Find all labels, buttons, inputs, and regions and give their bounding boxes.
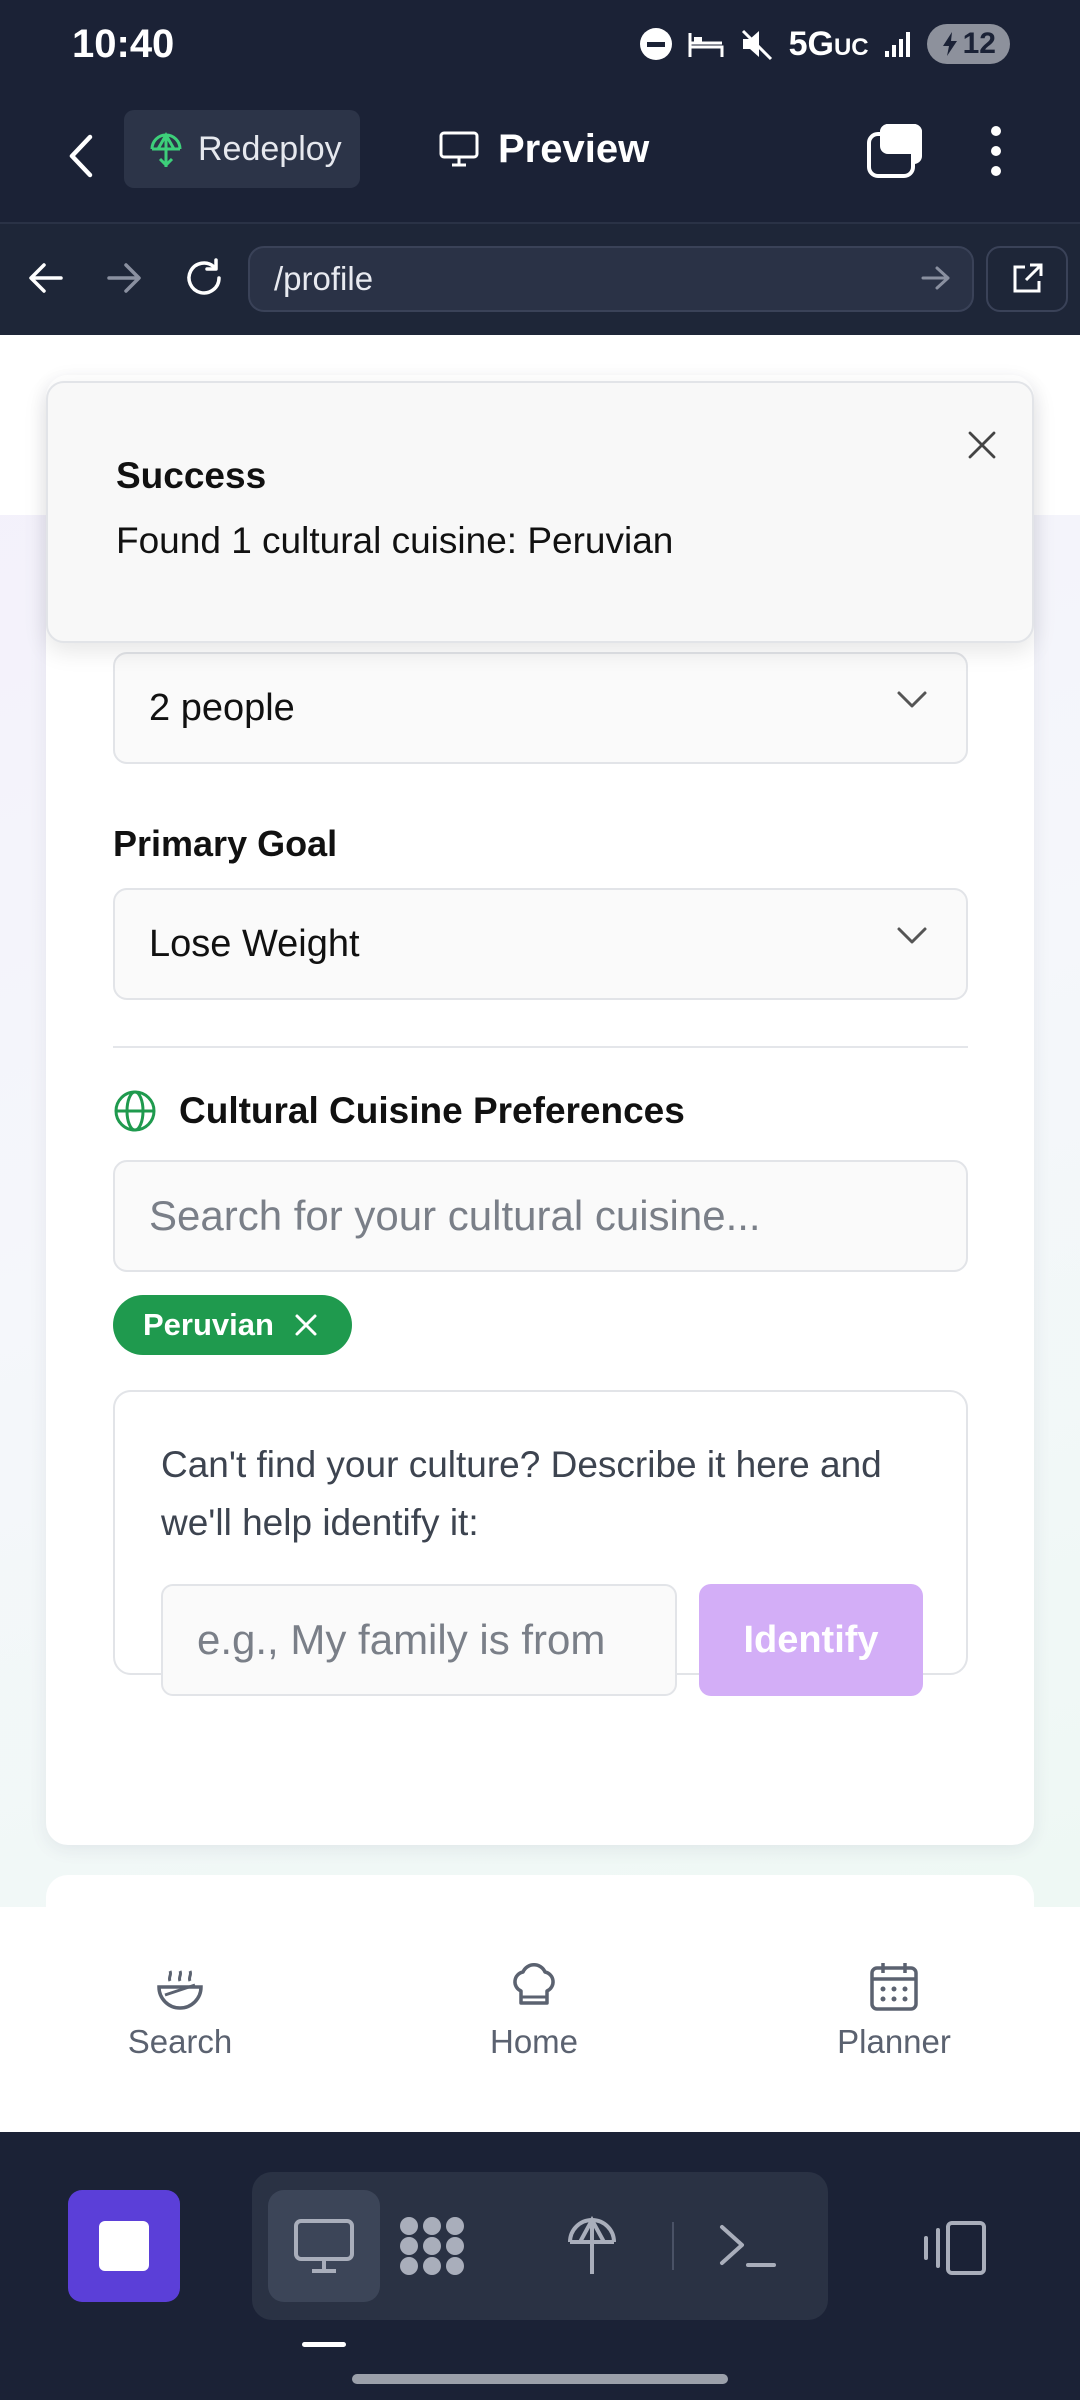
app-bar: Redeploy Preview <box>0 96 1080 222</box>
close-icon[interactable] <box>294 1313 318 1337</box>
nav-home-label: Home <box>489 2023 579 2060</box>
external-link-icon <box>1013 263 1043 293</box>
bowl-icon <box>157 1970 203 2010</box>
more-options-button[interactable] <box>976 116 1016 186</box>
close-icon <box>968 431 996 459</box>
cuisine-heading-text: Cultural Cuisine Preferences <box>179 1090 685 1131</box>
success-toast: Success Found 1 cultural cuisine: Peruvi… <box>46 381 1034 643</box>
redeploy-button[interactable]: Redeploy <box>124 110 360 188</box>
home-indicator[interactable] <box>352 2374 728 2384</box>
primary-goal-label: Primary Goal <box>113 823 338 864</box>
redeploy-icon <box>150 131 182 168</box>
nav-item-home[interactable]: Home <box>434 1959 634 2061</box>
deploy-icon <box>568 2215 616 2274</box>
status-icons: 5GUC 12 <box>639 24 1010 64</box>
network-label: 5GUC <box>788 24 869 63</box>
battery-indicator: 12 <box>926 24 1010 64</box>
dock-deploy-button[interactable] <box>536 2190 648 2302</box>
go-arrow-icon[interactable] <box>920 262 952 294</box>
screen: 10:40 5GUC 12 Redeploy Preview /profile … <box>0 0 1080 2400</box>
battery-charging-icon <box>942 32 957 56</box>
identify-button[interactable]: Identify <box>699 1584 923 1696</box>
reload-button[interactable] <box>176 250 232 306</box>
nav-item-planner[interactable]: Planner <box>794 1959 994 2061</box>
primary-goal-value: Lose Weight <box>149 922 360 965</box>
nav-item-search[interactable]: Search <box>80 1959 280 2061</box>
split-view-button[interactable] <box>920 2218 990 2278</box>
page-content: 2 people Primary Goal Lose Weight Cultur… <box>0 335 1080 1907</box>
toast-title: Success <box>116 455 267 496</box>
chevron-down-icon <box>897 691 927 708</box>
kebab-icon <box>991 126 1001 136</box>
dock-active-indicator <box>302 2342 346 2347</box>
dock-separator <box>672 2222 674 2270</box>
cuisine-search-input[interactable] <box>113 1160 968 1272</box>
open-external-button[interactable] <box>986 246 1068 312</box>
do-not-disturb-icon <box>639 28 672 60</box>
terminal-icon <box>720 2225 776 2267</box>
preview-tab[interactable]: Preview <box>438 110 649 188</box>
tabs-button[interactable] <box>866 122 926 178</box>
browser-bar: /profile <box>0 222 1080 335</box>
dock-terminal-button[interactable] <box>692 2190 804 2302</box>
dock-preview-button[interactable] <box>268 2190 380 2302</box>
household-size-value: 2 people <box>149 686 295 729</box>
back-chevron-icon <box>69 134 93 178</box>
dock <box>0 2132 1080 2400</box>
mute-icon <box>741 29 772 61</box>
describe-culture-input[interactable] <box>161 1584 677 1696</box>
tabs-icon <box>867 124 922 178</box>
status-time: 10:40 <box>72 22 175 66</box>
dock-apps-button[interactable] <box>376 2190 488 2302</box>
dock-group <box>252 2172 828 2320</box>
divider <box>113 1046 968 1048</box>
household-size-select[interactable]: 2 people <box>113 652 968 764</box>
stop-button[interactable] <box>68 2190 180 2302</box>
cuisine-section-heading: Cultural Cuisine Preferences <box>113 1089 685 1133</box>
reload-icon <box>187 258 221 295</box>
monitor-icon <box>294 2219 354 2273</box>
calendar-icon <box>870 1963 918 2011</box>
forward-arrow-icon <box>107 263 141 293</box>
back-button[interactable] <box>56 126 106 186</box>
nav-search-label: Search <box>127 2023 233 2060</box>
identify-culture-box: Can't find your culture? Describe it her… <box>113 1390 968 1696</box>
signal-icon <box>884 32 910 57</box>
monitor-icon <box>439 131 479 167</box>
primary-goal-select[interactable]: Lose Weight <box>113 888 968 1000</box>
battery-level: 12 <box>962 27 996 60</box>
identify-help-text: Can't find your culture? Describe it her… <box>161 1444 882 1543</box>
stop-icon <box>99 2221 149 2271</box>
nav-planner-label: Planner <box>837 2023 951 2060</box>
redeploy-label: Redeploy <box>198 129 342 168</box>
cuisine-chip: Peruvian <box>113 1295 352 1355</box>
cuisine-chip-label: Peruvian <box>143 1307 274 1342</box>
status-bar: 10:40 5GUC 12 <box>0 0 1080 96</box>
globe-icon <box>114 1090 156 1132</box>
next-card <box>46 1875 1034 1907</box>
url-field[interactable]: /profile <box>248 246 974 312</box>
chevron-down-icon <box>897 927 927 944</box>
bed-icon <box>688 33 724 57</box>
bottom-nav: Search Home Planner <box>0 1907 1080 2132</box>
toast-close-button[interactable] <box>960 423 1004 467</box>
toast-message: Found 1 cultural cuisine: Peruvian <box>116 520 674 561</box>
browser-back-button[interactable] <box>18 250 74 306</box>
split-view-icon <box>924 2221 986 2275</box>
browser-forward-button[interactable] <box>96 250 152 306</box>
apps-grid-icon <box>400 2217 464 2275</box>
chef-hat-icon <box>513 1963 555 2005</box>
url-text: /profile <box>274 260 374 297</box>
back-arrow-icon <box>29 263 63 293</box>
preview-label: Preview <box>498 126 650 171</box>
